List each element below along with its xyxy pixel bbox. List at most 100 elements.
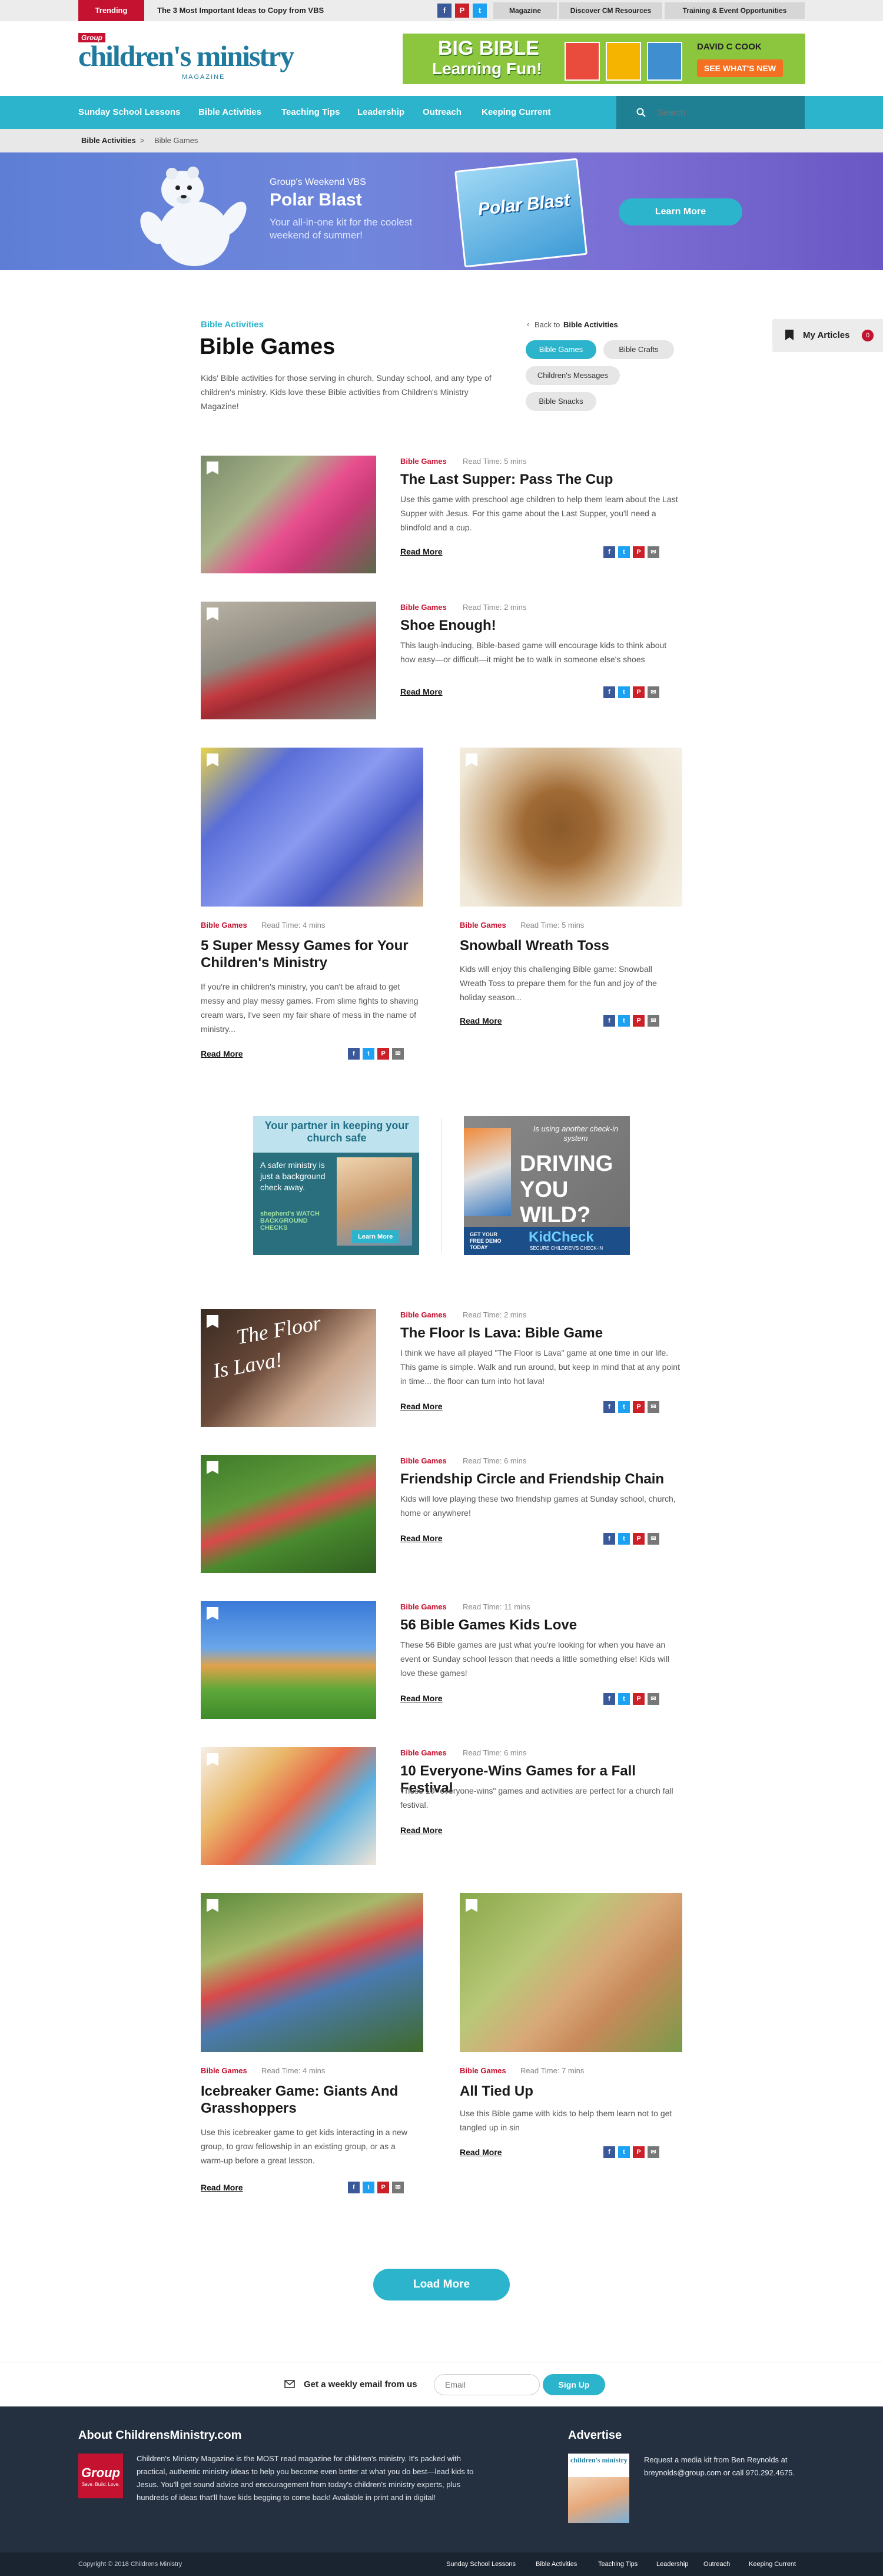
- nav-item-sunday-school[interactable]: Sunday School Lessons: [78, 96, 180, 129]
- article-category[interactable]: Bible Games: [400, 1748, 447, 1757]
- bookmark-icon[interactable]: [207, 1899, 218, 1912]
- article-image-snowball-wreath[interactable]: [460, 748, 682, 907]
- footer-link-bible-activities[interactable]: Bible Activities: [536, 2561, 577, 2568]
- back-to-bible-activities-link[interactable]: Bible Activities: [563, 320, 618, 329]
- share-pinterest-icon[interactable]: P: [633, 1015, 645, 1027]
- article-title[interactable]: Friendship Circle and Friendship Chain: [400, 1470, 683, 1488]
- bookmark-icon[interactable]: [466, 753, 477, 766]
- share-twitter-icon[interactable]: t: [363, 1048, 374, 1060]
- nav-item-outreach[interactable]: Outreach: [423, 96, 462, 129]
- load-more-button[interactable]: Load More: [373, 2269, 510, 2301]
- article-category[interactable]: Bible Games: [201, 921, 247, 930]
- facebook-icon[interactable]: f: [437, 4, 452, 18]
- bookmark-icon[interactable]: [466, 1899, 477, 1912]
- share-pinterest-icon[interactable]: P: [377, 2182, 389, 2193]
- share-pinterest-icon[interactable]: P: [633, 546, 645, 558]
- share-facebook-icon[interactable]: f: [603, 2146, 615, 2158]
- article-image-messy-games[interactable]: [201, 748, 423, 907]
- article-title[interactable]: Snowball Wreath Toss: [460, 937, 678, 954]
- search-input[interactable]: [658, 103, 793, 122]
- ad-shepherds-watch[interactable]: Your partner in keeping your church safe…: [253, 1116, 419, 1255]
- share-facebook-icon[interactable]: f: [348, 1048, 360, 1060]
- my-articles-tab[interactable]: My Articles 0: [772, 319, 883, 352]
- filter-childrens-messages[interactable]: Children's Messages: [526, 366, 620, 385]
- header-ad-banner[interactable]: BIG BIBLE Learning Fun! DAVID C COOK SEE…: [403, 34, 805, 84]
- footer-link-outreach[interactable]: Outreach: [703, 2561, 730, 2568]
- read-more-link[interactable]: Read More: [460, 1016, 502, 1025]
- nav-item-leadership[interactable]: Leadership: [357, 96, 404, 129]
- article-title[interactable]: The Last Supper: Pass The Cup: [400, 471, 683, 488]
- article-title[interactable]: Shoe Enough!: [400, 617, 683, 634]
- hero-cta-button[interactable]: Learn More: [619, 198, 742, 225]
- footer-link-leadership[interactable]: Leadership: [656, 2561, 688, 2568]
- share-email-icon[interactable]: ✉: [392, 2182, 404, 2193]
- footer-link-keeping-current[interactable]: Keeping Current: [749, 2561, 796, 2568]
- filter-bible-snacks[interactable]: Bible Snacks: [526, 392, 596, 411]
- share-twitter-icon[interactable]: t: [618, 1401, 630, 1413]
- bookmark-icon[interactable]: [207, 1315, 218, 1328]
- share-twitter-icon[interactable]: t: [618, 1015, 630, 1027]
- bookmark-icon[interactable]: [207, 462, 218, 474]
- read-more-link[interactable]: Read More: [460, 2147, 502, 2157]
- share-facebook-icon[interactable]: f: [603, 686, 615, 698]
- share-email-icon[interactable]: ✉: [648, 1015, 659, 1027]
- article-title[interactable]: 56 Bible Games Kids Love: [400, 1616, 683, 1634]
- article-category[interactable]: Bible Games: [460, 921, 506, 930]
- nav-item-teaching-tips[interactable]: Teaching Tips: [281, 96, 340, 129]
- article-title[interactable]: 5 Super Messy Games for Your Children's …: [201, 937, 419, 971]
- bookmark-icon[interactable]: [207, 753, 218, 766]
- nav-item-bible-activities[interactable]: Bible Activities: [198, 96, 261, 129]
- share-email-icon[interactable]: ✉: [392, 1048, 404, 1060]
- bookmark-icon[interactable]: [207, 1607, 218, 1620]
- discover-resources-link[interactable]: Discover CM Resources: [559, 2, 662, 19]
- article-category[interactable]: Bible Games: [400, 1456, 447, 1465]
- nav-item-keeping-current[interactable]: Keeping Current: [482, 96, 551, 129]
- article-category[interactable]: Bible Games: [400, 603, 447, 612]
- article-title[interactable]: All Tied Up: [460, 2083, 678, 2100]
- read-more-link[interactable]: Read More: [400, 687, 443, 696]
- share-twitter-icon[interactable]: t: [618, 686, 630, 698]
- read-more-link[interactable]: Read More: [201, 2183, 243, 2192]
- article-image-shoe-enough[interactable]: [201, 602, 376, 719]
- newsletter-signup-button[interactable]: Sign Up: [543, 2374, 605, 2395]
- site-logo[interactable]: Group children's ministry MAGAZINE: [78, 33, 294, 86]
- share-facebook-icon[interactable]: f: [603, 546, 615, 558]
- share-pinterest-icon[interactable]: P: [377, 1048, 389, 1060]
- share-email-icon[interactable]: ✉: [648, 1533, 659, 1545]
- read-more-link[interactable]: Read More: [201, 1049, 243, 1058]
- footer-link-sunday-school[interactable]: Sunday School Lessons: [446, 2561, 516, 2568]
- article-category[interactable]: Bible Games: [400, 1310, 447, 1319]
- article-image-56-bible-games[interactable]: [201, 1601, 376, 1719]
- read-more-link[interactable]: Read More: [400, 1402, 443, 1411]
- share-facebook-icon[interactable]: f: [603, 1533, 615, 1545]
- ad-kidcheck[interactable]: Is using another check-in system DRIVING…: [464, 1116, 630, 1255]
- article-image-fall-festival[interactable]: [201, 1747, 376, 1865]
- share-facebook-icon[interactable]: f: [603, 1401, 615, 1413]
- share-email-icon[interactable]: ✉: [648, 1401, 659, 1413]
- share-twitter-icon[interactable]: t: [363, 2182, 374, 2193]
- trending-link[interactable]: The 3 Most Important Ideas to Copy from …: [157, 0, 324, 21]
- share-email-icon[interactable]: ✉: [648, 546, 659, 558]
- filter-bible-crafts[interactable]: Bible Crafts: [603, 340, 674, 359]
- bookmark-icon[interactable]: [207, 1461, 218, 1474]
- filter-bible-games[interactable]: Bible Games: [526, 340, 596, 359]
- share-facebook-icon[interactable]: f: [603, 1015, 615, 1027]
- article-image-friendship-circle[interactable]: [201, 1455, 376, 1573]
- share-twitter-icon[interactable]: t: [618, 546, 630, 558]
- article-category[interactable]: Bible Games: [400, 1602, 447, 1611]
- share-email-icon[interactable]: ✉: [648, 686, 659, 698]
- training-events-link[interactable]: Training & Event Opportunities: [665, 2, 805, 19]
- share-pinterest-icon[interactable]: P: [633, 1693, 645, 1705]
- share-pinterest-icon[interactable]: P: [633, 1401, 645, 1413]
- read-more-link[interactable]: Read More: [400, 1533, 443, 1543]
- read-more-link[interactable]: Read More: [400, 1694, 443, 1703]
- newsletter-email-input[interactable]: [434, 2374, 540, 2395]
- share-facebook-icon[interactable]: f: [348, 2182, 360, 2193]
- magazine-link[interactable]: Magazine: [493, 2, 557, 19]
- article-image-giants-grasshoppers[interactable]: [201, 1893, 423, 2052]
- footer-link-teaching-tips[interactable]: Teaching Tips: [598, 2561, 638, 2568]
- pinterest-icon[interactable]: P: [455, 4, 469, 18]
- breadcrumb-parent-link[interactable]: Bible Activities: [81, 136, 136, 145]
- share-pinterest-icon[interactable]: P: [633, 2146, 645, 2158]
- article-title[interactable]: The Floor Is Lava: Bible Game: [400, 1324, 683, 1342]
